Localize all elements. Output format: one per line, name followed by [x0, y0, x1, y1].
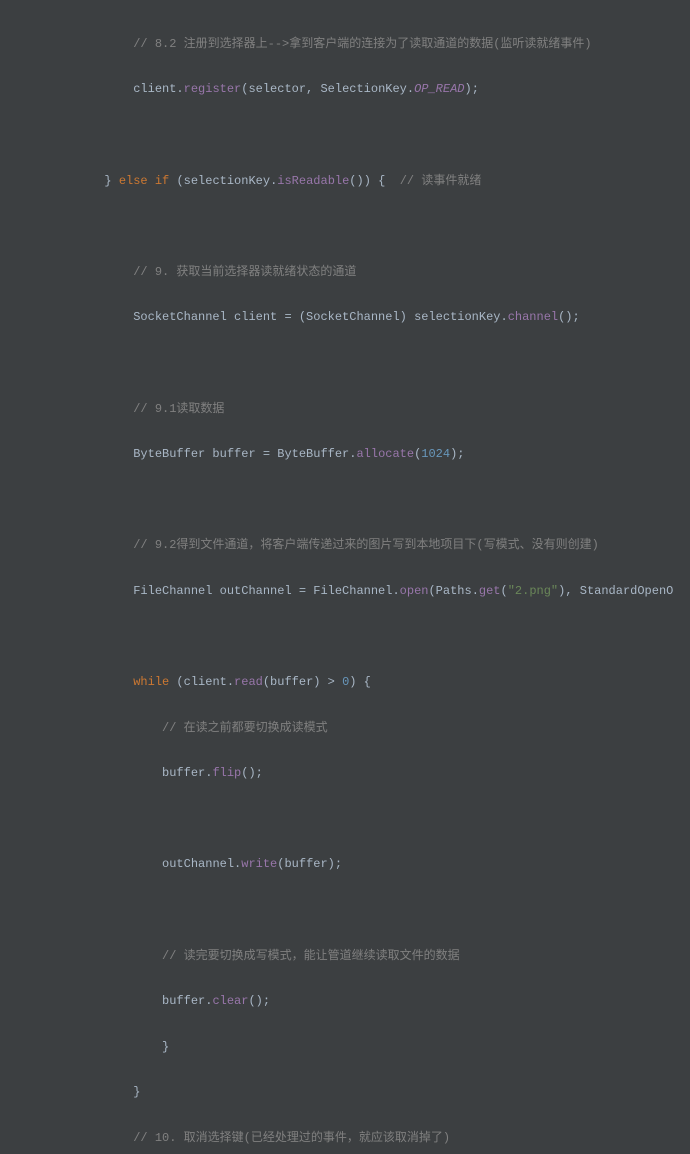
code-line: }: [18, 1036, 690, 1059]
code-line: // 读完要切换成写模式，能让管道继续读取文件的数据: [18, 945, 690, 968]
code-line: [18, 489, 690, 512]
code-line: buffer.clear();: [18, 990, 690, 1013]
code-line: [18, 899, 690, 922]
code-line: [18, 215, 690, 238]
code-line: [18, 124, 690, 147]
code-line: // 9.1读取数据: [18, 398, 690, 421]
code-line: ByteBuffer buffer = ByteBuffer.allocate(…: [18, 443, 690, 466]
code-line: outChannel.write(buffer);: [18, 853, 690, 876]
code-line: // 在读之前都要切换成读模式: [18, 717, 690, 740]
code-line: // 8.2 注册到选择器上-->拿到客户端的连接为了读取通道的数据(监听读就绪…: [18, 33, 690, 56]
code-line: // 9. 获取当前选择器读就绪状态的通道: [18, 261, 690, 284]
code-line: }: [18, 1081, 690, 1104]
code-line: [18, 626, 690, 649]
code-line: [18, 808, 690, 831]
code-line: while (client.read(buffer) > 0) {: [18, 671, 690, 694]
code-line: buffer.flip();: [18, 762, 690, 785]
code-line: // 10. 取消选择键(已经处理过的事件，就应该取消掉了): [18, 1127, 690, 1150]
comment: // 8.2 注册到选择器上-->拿到客户端的连接为了读取通道的数据(监听读就绪…: [133, 37, 591, 51]
code-line: } else if (selectionKey.isReadable()) { …: [18, 170, 690, 193]
code-line: FileChannel outChannel = FileChannel.ope…: [18, 580, 690, 603]
code-editor[interactable]: // 8.2 注册到选择器上-->拿到客户端的连接为了读取通道的数据(监听读就绪…: [0, 10, 690, 1154]
code-line: client.register(selector, SelectionKey.O…: [18, 78, 690, 101]
code-line: [18, 352, 690, 375]
code-line: // 9.2得到文件通道，将客户端传递过来的图片写到本地项目下(写模式、没有则创…: [18, 534, 690, 557]
code-line: SocketChannel client = (SocketChannel) s…: [18, 306, 690, 329]
